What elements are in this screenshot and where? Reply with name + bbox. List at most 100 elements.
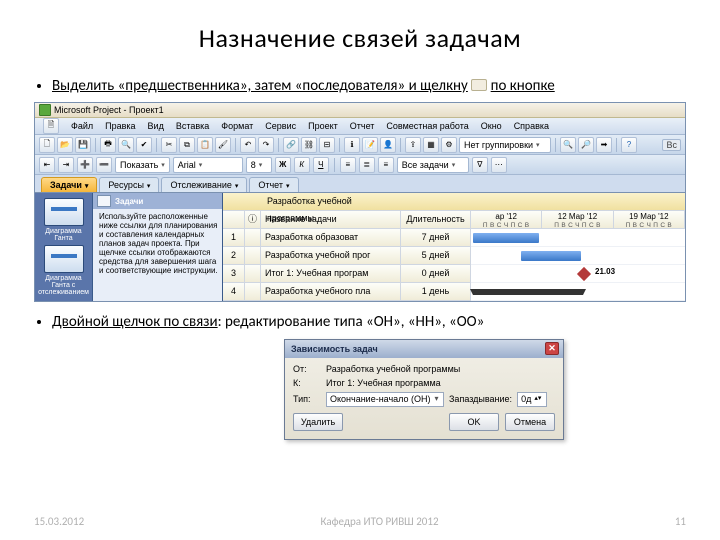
- info-icon[interactable]: ℹ: [344, 137, 360, 153]
- lag-input[interactable]: 0д▴▾: [517, 392, 547, 407]
- notes-icon[interactable]: 📝: [362, 137, 378, 153]
- group-icon[interactable]: ▦: [423, 137, 439, 153]
- weekday-button[interactable]: Вс: [662, 139, 681, 151]
- menu-help[interactable]: Справка: [514, 121, 549, 131]
- outdent-icon[interactable]: ⇤: [39, 157, 55, 173]
- print-icon[interactable]: 🖶: [100, 137, 116, 153]
- unlink-tasks-icon[interactable]: ⛓: [301, 137, 317, 153]
- split-task-icon[interactable]: ⊟: [319, 137, 335, 153]
- footer-org: Кафедра ИТО РИВШ 2012: [320, 515, 438, 528]
- misc-icon[interactable]: ⋯: [491, 157, 507, 173]
- gantt-bar[interactable]: [521, 251, 581, 261]
- paste-icon[interactable]: 📋: [197, 137, 213, 153]
- task-duration[interactable]: 1 день: [401, 283, 471, 301]
- slide-footer: 15.03.2012 Кафедра ИТО РИВШ 2012 11: [0, 515, 720, 528]
- menu-tools[interactable]: Сервис: [265, 121, 296, 131]
- font-size-select[interactable]: 8: [246, 157, 272, 173]
- new-icon[interactable]: 🗋: [39, 137, 55, 153]
- bold-icon[interactable]: Ж: [275, 157, 291, 173]
- align-right-icon[interactable]: ≡: [378, 157, 394, 173]
- type-select[interactable]: Окончание-начало (ОН): [326, 392, 444, 407]
- cut-icon[interactable]: ✂: [161, 137, 177, 153]
- cancel-button[interactable]: Отмена: [505, 413, 555, 431]
- menu-report[interactable]: Отчет: [350, 121, 375, 131]
- underline-icon[interactable]: Ч: [313, 157, 329, 173]
- row-num[interactable]: 3: [223, 265, 245, 283]
- close-icon[interactable]: ✕: [545, 342, 559, 355]
- task-name[interactable]: Итог 1: Учебная програм: [261, 265, 401, 283]
- standard-toolbar[interactable]: 🗋 📂 💾 🖶 🔍 ✔ ✂ ⧉ 📋 🖌 ↶ ↷ 🔗 ⛓ ⊟ ℹ 📝 👤 ⇪: [35, 135, 685, 155]
- redo-icon[interactable]: ↷: [258, 137, 274, 153]
- menu-insert[interactable]: Вставка: [176, 121, 209, 131]
- task-name[interactable]: Разработка образоват: [261, 229, 401, 247]
- align-center-icon[interactable]: ≣: [359, 157, 375, 173]
- formatting-toolbar[interactable]: ⇤ ⇥ ➕ ➖ Показать Arial 8 Ж К Ч ≡ ≣ ≡ Все…: [35, 155, 685, 175]
- app-titlebar: Microsoft Project - Проект1: [35, 103, 685, 118]
- tools-icon[interactable]: ⚙: [441, 137, 457, 153]
- font-name-select[interactable]: Arial: [173, 157, 243, 173]
- summary-bar[interactable]: [473, 289, 583, 295]
- task-grid[interactable]: 1 2 3 4 ⓘ Разработка учебной программы Н…: [223, 193, 685, 301]
- guide-tabs[interactable]: Задачи▾ Ресурсы▾ Отслеживание▾ Отчет▾: [35, 175, 685, 193]
- view-bar[interactable]: Диаграмма Ганта Диаграмма Ганта с отслеж…: [35, 193, 93, 301]
- menu-project[interactable]: Проект: [308, 121, 338, 131]
- row-num[interactable]: 4: [223, 283, 245, 301]
- menu-collab[interactable]: Совместная работа: [386, 121, 468, 131]
- group-select[interactable]: Нет группировки: [459, 137, 551, 153]
- menu-edit[interactable]: Правка: [105, 121, 135, 131]
- task-duration[interactable]: 7 дней: [401, 229, 471, 247]
- tab-tracking[interactable]: Отслеживание▾: [161, 177, 247, 192]
- type-label: Тип:: [293, 394, 321, 404]
- filter-select[interactable]: Все задачи: [397, 157, 469, 173]
- app-icon: 🗎: [43, 118, 59, 134]
- ok-button[interactable]: OK: [449, 413, 499, 431]
- delete-button[interactable]: Удалить: [293, 413, 343, 431]
- task-duration[interactable]: 5 дней: [401, 247, 471, 265]
- preview-icon[interactable]: 🔍: [118, 137, 134, 153]
- row-num[interactable]: 1: [223, 229, 245, 247]
- tab-resources[interactable]: Ресурсы▾: [99, 177, 159, 192]
- spell-icon[interactable]: ✔: [136, 137, 152, 153]
- help-icon[interactable]: ?: [621, 137, 637, 153]
- indent-icon[interactable]: ⇥: [58, 157, 74, 173]
- italic-icon[interactable]: К: [294, 157, 310, 173]
- save-icon[interactable]: 💾: [75, 137, 91, 153]
- gantt-bar[interactable]: [473, 233, 539, 243]
- dialog-titlebar[interactable]: Зависимость задач ✕: [285, 340, 563, 358]
- task-name[interactable]: Разработка учебного пла: [261, 283, 401, 301]
- col-header-name[interactable]: Название задачи: [261, 211, 401, 229]
- gantt-chart[interactable]: ар '12П В С Ч П С В 12 Мар '12П В С Ч П …: [471, 193, 685, 301]
- menu-window[interactable]: Окно: [481, 121, 502, 131]
- menubar[interactable]: 🗎 Файл Правка Вид Вставка Формат Сервис …: [35, 118, 685, 135]
- autofilter-icon[interactable]: ∇: [472, 157, 488, 173]
- show-sub-icon[interactable]: ➕: [77, 157, 93, 173]
- link-tasks-icon[interactable]: 🔗: [283, 137, 299, 153]
- tab-tasks[interactable]: Задачи▾: [41, 177, 97, 192]
- gantt-view-icon[interactable]: [44, 198, 84, 226]
- tracking-gantt-label: Диаграмма Ганта с отслеживанием: [38, 275, 89, 296]
- assign-icon[interactable]: 👤: [380, 137, 396, 153]
- publish-icon[interactable]: ⇪: [405, 137, 421, 153]
- show-select[interactable]: Показать: [115, 157, 170, 173]
- milestone-date: 21.03: [595, 267, 615, 276]
- format-painter-icon[interactable]: 🖌: [215, 137, 231, 153]
- milestone-icon[interactable]: [577, 267, 591, 281]
- hide-sub-icon[interactable]: ➖: [96, 157, 112, 173]
- undo-icon[interactable]: ↶: [240, 137, 256, 153]
- menu-format[interactable]: Формат: [221, 121, 253, 131]
- zoom-in-icon[interactable]: 🔎: [578, 137, 594, 153]
- task-name[interactable]: Разработка учебной прог: [261, 247, 401, 265]
- copy-icon[interactable]: ⧉: [179, 137, 195, 153]
- tab-report[interactable]: Отчет▾: [249, 177, 298, 192]
- open-icon[interactable]: 📂: [57, 137, 73, 153]
- row-num[interactable]: 2: [223, 247, 245, 265]
- goto-icon[interactable]: ➡: [596, 137, 612, 153]
- from-value: Разработка учебной программы: [326, 364, 460, 374]
- menu-view[interactable]: Вид: [148, 121, 164, 131]
- col-header-duration[interactable]: Длительность: [401, 211, 471, 229]
- task-duration[interactable]: 0 дней: [401, 265, 471, 283]
- tracking-gantt-icon[interactable]: [44, 245, 84, 273]
- align-left-icon[interactable]: ≡: [340, 157, 356, 173]
- zoom-out-icon[interactable]: 🔍: [560, 137, 576, 153]
- menu-file[interactable]: Файл: [71, 121, 93, 131]
